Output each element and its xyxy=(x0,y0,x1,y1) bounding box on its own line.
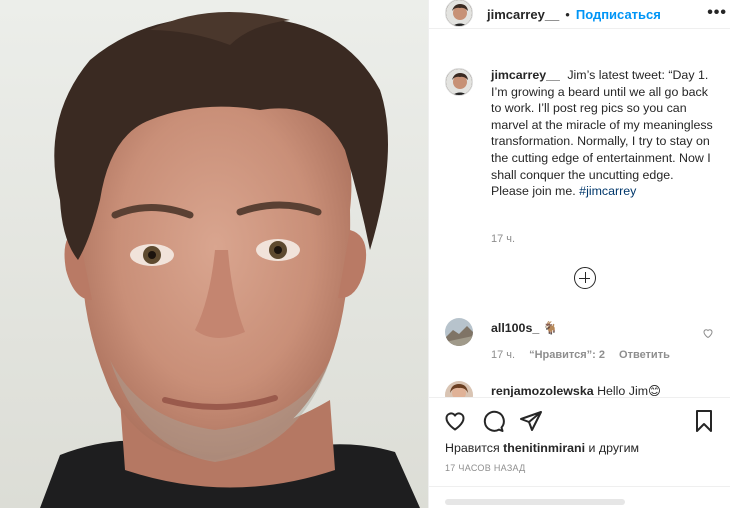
likes-prefix: Нравится xyxy=(445,441,500,455)
comment-avatar[interactable] xyxy=(445,318,473,346)
comment-like-icon[interactable] xyxy=(702,327,714,342)
actions-divider xyxy=(429,397,730,398)
follow-button[interactable]: Подписаться xyxy=(576,7,661,22)
likes-suffix[interactable]: и другим xyxy=(589,441,640,455)
likes-summary: Нравится thenitinmirani и другим xyxy=(445,441,639,455)
portrait-image xyxy=(0,0,428,508)
bookmark-icon[interactable] xyxy=(692,409,716,436)
caption-avatar[interactable] xyxy=(445,68,473,96)
instagram-post-view: jimcarrey__ • Подписаться ••• jimcarrey_… xyxy=(0,0,730,508)
share-icon[interactable] xyxy=(519,409,543,436)
comment-avatar[interactable] xyxy=(445,381,473,397)
comment-item: renjamozolewska Hello Jim😊 xyxy=(445,381,729,397)
caption-username[interactable]: jimcarrey__ xyxy=(491,68,560,82)
comment-username[interactable]: all100s_ xyxy=(491,321,539,335)
comment-text: Hello Jim😊 xyxy=(597,384,661,397)
plus-circle-icon[interactable] xyxy=(574,267,596,289)
comment-input-placeholder[interactable] xyxy=(445,499,625,505)
caption-hashtag[interactable]: #jimcarrey xyxy=(579,184,636,198)
post-sidebar: jimcarrey__ • Подписаться ••• jimcarrey_… xyxy=(428,0,730,508)
comment-icon[interactable] xyxy=(481,409,505,436)
comment-item: all100s_ 🐐 xyxy=(445,318,729,346)
post-header: jimcarrey__ • Подписаться ••• xyxy=(429,0,730,29)
post-photo[interactable] xyxy=(0,0,428,508)
post-timestamp[interactable]: 17 часов назад xyxy=(445,463,526,473)
add-comment-bar[interactable] xyxy=(429,486,730,508)
comment-text: 🐐 xyxy=(542,321,559,335)
comment-time: 17 ч. xyxy=(491,349,516,361)
heart-icon[interactable] xyxy=(443,409,467,436)
more-horizontal-icon[interactable]: ••• xyxy=(707,4,727,22)
comment-text-block: all100s_ 🐐 xyxy=(491,320,558,346)
comment-reply-button[interactable]: Ответить xyxy=(619,349,670,361)
action-bar xyxy=(443,409,543,436)
caption-text: Jim’s latest tweet: “Day 1. I’m growing … xyxy=(491,68,713,199)
caption-time: 17 ч. xyxy=(491,233,516,245)
comment-likes[interactable]: “Нравится”: 2 xyxy=(529,349,605,361)
comment-text-block: renjamozolewska Hello Jim😊 xyxy=(491,383,661,397)
comment-meta: 17 ч. “Нравится”: 2 Ответить xyxy=(491,349,670,361)
caption-text-block: jimcarrey__ Jim’s latest tweet: “Day 1. … xyxy=(491,67,713,200)
comment-username[interactable]: renjamozolewska xyxy=(491,384,594,397)
author-avatar[interactable] xyxy=(445,0,473,27)
post-caption: jimcarrey__ Jim’s latest tweet: “Day 1. … xyxy=(445,67,729,200)
author-username[interactable]: jimcarrey__ xyxy=(487,7,559,22)
header-separator: • xyxy=(565,6,570,22)
likes-user[interactable]: thenitinmirani xyxy=(503,441,585,455)
